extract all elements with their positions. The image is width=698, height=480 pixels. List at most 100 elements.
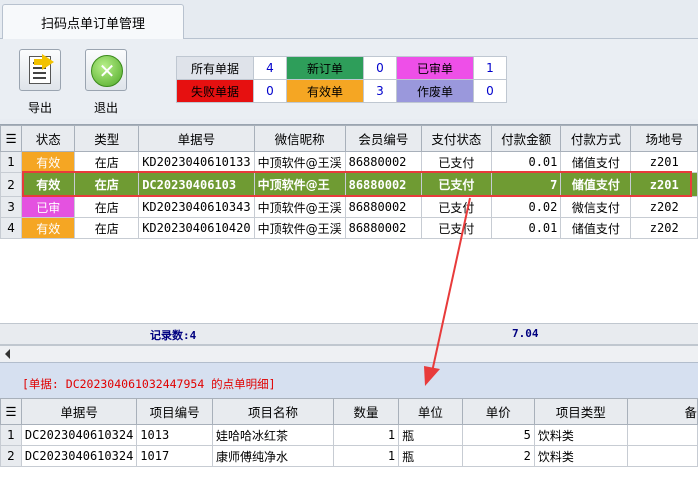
row-select-header[interactable]: ☰ bbox=[0, 398, 22, 425]
detail-header-row: ☰ 单据号 项目编号 项目名称 数量 单位 单价 项目类型 备 bbox=[0, 398, 698, 425]
order-type: 在店 bbox=[74, 217, 140, 239]
unit: 瓶 bbox=[398, 445, 463, 467]
exit-icon: ✕ bbox=[85, 49, 127, 91]
table-row[interactable]: 3 已审 在店 KD2023040610343 中顶软件@王渓 86880002… bbox=[0, 196, 698, 218]
row-number: 1 bbox=[0, 424, 22, 446]
stat-failed-label[interactable]: 失败单据 bbox=[176, 79, 254, 103]
col-quantity[interactable]: 数量 bbox=[332, 398, 400, 425]
pay-method: 储值支付 bbox=[560, 151, 632, 173]
stat-all-count: 4 bbox=[253, 56, 287, 80]
col-type[interactable]: 类型 bbox=[74, 125, 140, 152]
detail-title: [单据: DC202304061032447954 的点单明细] bbox=[22, 377, 276, 391]
scroll-left-icon[interactable] bbox=[5, 349, 10, 359]
venue: z202 bbox=[630, 217, 698, 239]
amount: 0.01 bbox=[490, 151, 562, 173]
stat-audited-count: 1 bbox=[473, 56, 507, 80]
order-type: 在店 bbox=[74, 196, 140, 218]
tab-order-management[interactable]: 扫码点单订单管理 bbox=[2, 4, 184, 39]
stat-void-label[interactable]: 作废单 bbox=[396, 79, 474, 103]
col-pay-method[interactable]: 付款方式 bbox=[560, 125, 632, 152]
wechat-nick: 中顶软件@王渓 bbox=[253, 196, 346, 218]
item-name: 康师傅纯净水 bbox=[212, 445, 334, 467]
unit: 瓶 bbox=[398, 424, 463, 446]
col-member-no[interactable]: 会员编号 bbox=[344, 125, 423, 152]
col-amount[interactable]: 付款金额 bbox=[490, 125, 562, 152]
detail-order-no: DC2023040610324 bbox=[20, 445, 138, 467]
col-item-code[interactable]: 项目编号 bbox=[136, 398, 214, 425]
pay-status: 已支付 bbox=[421, 196, 492, 218]
col-status[interactable]: 状态 bbox=[21, 125, 76, 152]
venue: z201 bbox=[630, 151, 698, 173]
item-code: 1017 bbox=[136, 445, 214, 467]
table-row[interactable]: 1 有效 在店 KD2023040610133 中顶软件@王渓 86880002… bbox=[0, 151, 698, 173]
pay-status: 已支付 bbox=[421, 151, 492, 173]
record-count: 记录数:4 bbox=[150, 329, 197, 342]
remark bbox=[626, 445, 698, 467]
venue: z202 bbox=[630, 196, 698, 218]
status-badge: 有效 bbox=[21, 217, 76, 239]
status-badge: 已审 bbox=[21, 196, 76, 218]
remark bbox=[626, 424, 698, 446]
orders-horizontal-scrollbar[interactable] bbox=[0, 345, 698, 362]
member-no: 86880002 bbox=[344, 196, 423, 218]
pay-status: 已支付 bbox=[421, 217, 492, 239]
pay-method: 微信支付 bbox=[560, 196, 632, 218]
amount: 0.01 bbox=[490, 217, 562, 239]
col-detail-order-no[interactable]: 单据号 bbox=[20, 398, 138, 425]
export-icon bbox=[19, 49, 61, 91]
row-number: 2 bbox=[0, 445, 22, 467]
row-number: 4 bbox=[0, 217, 23, 239]
order-no: KD2023040610343 bbox=[138, 196, 255, 218]
detail-order-no: DC2023040610324 bbox=[20, 424, 138, 446]
item-name: 娃哈哈冰红茶 bbox=[212, 424, 334, 446]
col-item-name[interactable]: 项目名称 bbox=[212, 398, 334, 425]
detail-table: ☰ 单据号 项目编号 项目名称 数量 单位 单价 项目类型 备 1 DC2023… bbox=[0, 398, 698, 467]
orders-summary-row: 记录数:4 7.04 bbox=[0, 323, 698, 345]
row-select-header[interactable]: ☰ bbox=[0, 125, 23, 152]
table-row[interactable]: 4 有效 在店 KD2023040610420 中顶软件@王渓 86880002… bbox=[0, 217, 698, 239]
stat-all-label[interactable]: 所有单据 bbox=[176, 56, 254, 80]
stat-new-label[interactable]: 新订单 bbox=[286, 56, 364, 80]
table-row[interactable]: 1 DC2023040610324 1013 娃哈哈冰红茶 1 瓶 5 饮料类 bbox=[0, 424, 698, 446]
quantity: 1 bbox=[332, 445, 400, 467]
stat-void-count: 0 bbox=[473, 79, 507, 103]
stat-new-count: 0 bbox=[363, 56, 397, 80]
stat-failed-count: 0 bbox=[253, 79, 287, 103]
col-unit-price[interactable]: 单价 bbox=[461, 398, 535, 425]
member-no: 86880002 bbox=[344, 217, 423, 239]
item-category: 饮料类 bbox=[533, 424, 628, 446]
order-type: 在店 bbox=[74, 151, 140, 173]
detail-grid: ☰ 单据号 项目编号 项目名称 数量 单位 单价 项目类型 备 1 DC2023… bbox=[0, 398, 698, 480]
status-summary-table: 所有单据 4 新订单 0 已审单 1 失败单据 0 有效单 3 作废单 0 bbox=[176, 56, 507, 103]
col-unit[interactable]: 单位 bbox=[398, 398, 463, 425]
orders-header-row: ☰ 状态 类型 单据号 微信昵称 会员编号 支付状态 付款金额 付款方式 场地号 bbox=[0, 125, 698, 152]
export-label: 导出 bbox=[27, 101, 52, 115]
order-no: KD2023040610420 bbox=[138, 217, 255, 239]
col-venue[interactable]: 场地号 bbox=[630, 125, 698, 152]
unit-price: 5 bbox=[461, 424, 535, 446]
exit-button[interactable]: ✕ 退出 bbox=[80, 49, 132, 119]
col-pay-status[interactable]: 支付状态 bbox=[421, 125, 492, 152]
col-wechat-nick[interactable]: 微信昵称 bbox=[253, 125, 346, 152]
row-number: 3 bbox=[0, 196, 23, 218]
detail-panel-header: [单据: DC202304061032447954 的点单明细] bbox=[0, 362, 698, 399]
selected-row-highlight bbox=[22, 171, 692, 197]
table-row[interactable]: 2 DC2023040610324 1017 康师傅纯净水 1 瓶 2 饮料类 bbox=[0, 445, 698, 467]
stat-audited-label[interactable]: 已审单 bbox=[396, 56, 474, 80]
row-number: 1 bbox=[0, 151, 23, 173]
stat-valid-label[interactable]: 有效单 bbox=[286, 79, 364, 103]
row-number: 2 bbox=[0, 172, 23, 197]
col-order-no[interactable]: 单据号 bbox=[138, 125, 255, 152]
wechat-nick: 中顶软件@王渓 bbox=[253, 217, 346, 239]
col-remark[interactable]: 备 bbox=[626, 398, 698, 425]
tab-bar: 扫码点单订单管理 bbox=[0, 0, 698, 39]
unit-price: 2 bbox=[461, 445, 535, 467]
export-button[interactable]: 导出 bbox=[14, 49, 66, 119]
stat-valid-count: 3 bbox=[363, 79, 397, 103]
quantity: 1 bbox=[332, 424, 400, 446]
pay-method: 储值支付 bbox=[560, 217, 632, 239]
member-no: 86880002 bbox=[344, 151, 423, 173]
col-item-category[interactable]: 项目类型 bbox=[533, 398, 628, 425]
order-no: KD2023040610133 bbox=[138, 151, 255, 173]
exit-label: 退出 bbox=[93, 101, 118, 115]
